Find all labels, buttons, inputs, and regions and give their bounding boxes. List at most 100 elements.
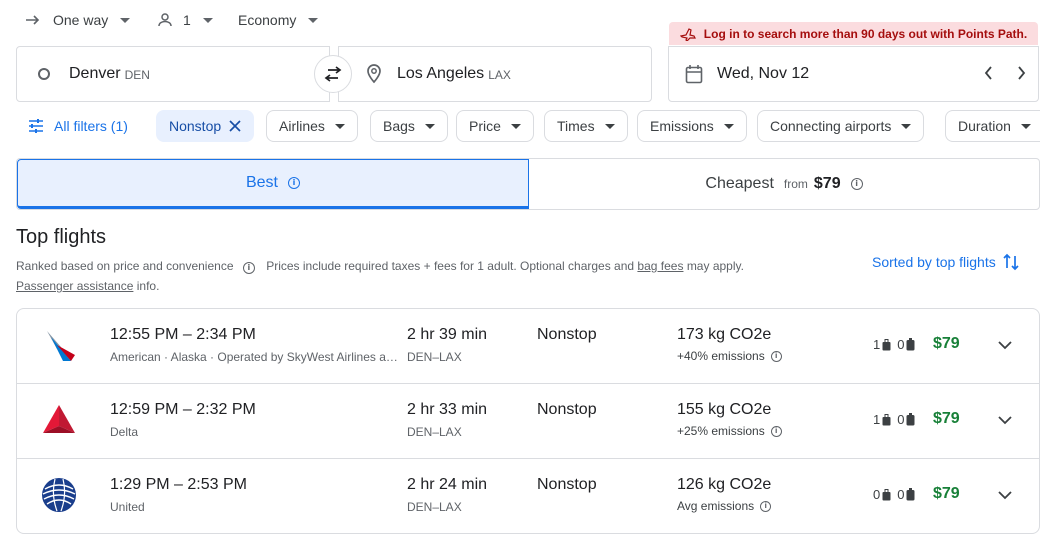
sort-icon: [1003, 253, 1019, 271]
flight-emissions: Avg emissions i: [677, 499, 772, 513]
filter-chip-price[interactable]: Price: [456, 110, 534, 142]
filter-chip-emissions[interactable]: Emissions: [637, 110, 747, 142]
info-icon[interactable]: i: [770, 425, 782, 437]
cabin-select[interactable]: Economy: [238, 8, 319, 32]
chevron-down-icon: [510, 123, 521, 129]
all-filters-label: All filters (1): [54, 118, 128, 134]
tab-cheapest[interactable]: Cheapest from $79 i: [529, 159, 1039, 209]
trip-type-label: One way: [53, 12, 109, 28]
swap-button[interactable]: [314, 55, 352, 93]
trip-type-select[interactable]: One way: [25, 8, 131, 32]
filter-chip-nonstop[interactable]: Nonstop: [156, 110, 255, 142]
flight-price: $79: [933, 335, 960, 352]
chevron-right-icon[interactable]: [1012, 63, 1030, 83]
info-icon[interactable]: i: [288, 177, 300, 189]
results-title: Top flights: [16, 226, 107, 248]
close-icon[interactable]: [229, 120, 241, 132]
bag-fees-link[interactable]: bag fees: [637, 259, 683, 273]
flight-row[interactable]: 1:29 PM – 2:53 PM United 2 hr 24 min DEN…: [17, 459, 1039, 533]
flight-route: DEN–LAX: [407, 350, 462, 364]
delta-logo-icon: [43, 405, 75, 433]
flight-duration: 2 hr 39 min: [407, 326, 488, 343]
chevron-down-icon: [120, 17, 131, 23]
chevron-down-icon[interactable]: [997, 489, 1013, 501]
flight-list: 12:55 PM – 2:34 PM American · Alaska · O…: [16, 308, 1040, 534]
from-label: from: [783, 177, 808, 191]
checked-bag-count: 0: [897, 412, 905, 427]
flight-route: DEN–LAX: [407, 500, 462, 514]
chevron-down-icon: [308, 17, 319, 23]
carry-on-bag-icon: [882, 339, 891, 351]
flight-row[interactable]: 12:55 PM – 2:34 PM American · Alaska · O…: [17, 309, 1039, 384]
chip-label: Emissions: [650, 118, 714, 134]
flight-bags: 1 0: [873, 412, 915, 427]
filter-chip-airlines[interactable]: Airlines: [266, 110, 358, 142]
origin-city: Denver: [69, 65, 121, 82]
checked-bag-count: 0: [897, 487, 905, 502]
passenger-assistance-link[interactable]: Passenger assistance: [16, 279, 133, 293]
sort-by-button[interactable]: Sorted by top flights: [872, 252, 1020, 272]
prices-text: Prices include required taxes + fees for…: [266, 259, 635, 273]
info-icon[interactable]: i: [850, 178, 863, 190]
chip-label: Times: [557, 118, 595, 134]
carry-on-bag-icon: [882, 489, 891, 501]
tab-cheapest-label: Cheapest: [705, 175, 774, 192]
filter-chip-connecting-airports[interactable]: Connecting airports: [757, 110, 925, 142]
chevron-down-icon: [901, 123, 912, 129]
filter-chip-times[interactable]: Times: [544, 110, 628, 142]
flight-stops: Nonstop: [537, 476, 597, 493]
passengers-select[interactable]: 1: [157, 8, 213, 32]
circle-icon: [38, 68, 50, 80]
chip-label: Price: [469, 118, 501, 134]
origin-input[interactable]: Denver DEN: [16, 46, 330, 102]
results-subtitle: Ranked based on price and convenience i …: [16, 256, 836, 296]
american-airlines-logo-icon: [47, 331, 75, 361]
flight-bags: 0 0: [873, 487, 915, 502]
departure-date-input[interactable]: Wed, Nov 12: [668, 46, 1039, 102]
carry-on-count: 1: [873, 337, 881, 352]
chip-label: Duration: [958, 118, 1011, 134]
prices-text-end: may apply.: [686, 259, 744, 273]
chip-label: Connecting airports: [770, 118, 892, 134]
chip-label: Nonstop: [169, 118, 222, 134]
chevron-down-icon[interactable]: [997, 414, 1013, 426]
info-icon[interactable]: i: [760, 500, 772, 512]
points-path-banner[interactable]: Log in to search more than 90 days out w…: [669, 22, 1038, 45]
cabin-label: Economy: [238, 12, 297, 28]
sort-tabs: Best i Cheapest from $79 i: [16, 158, 1040, 210]
emissions-label: Avg emissions: [677, 499, 755, 513]
info-text: info.: [136, 279, 160, 293]
plane-icon: [679, 27, 696, 41]
tab-best[interactable]: Best i: [17, 159, 529, 209]
arrow-right-icon: [26, 15, 40, 25]
flight-duration: 2 hr 33 min: [407, 401, 488, 418]
chevron-down-icon: [604, 123, 615, 129]
flight-row[interactable]: 12:59 PM – 2:32 PM Delta 2 hr 33 min DEN…: [17, 384, 1039, 459]
chevron-down-icon[interactable]: [997, 339, 1013, 351]
filter-chip-duration[interactable]: Duration: [945, 110, 1040, 142]
location-pin-icon: [367, 64, 381, 84]
chevron-down-icon: [424, 123, 435, 129]
checked-bag-icon: [906, 488, 915, 501]
carry-on-count: 1: [873, 412, 881, 427]
flight-times: 1:29 PM – 2:53 PM: [110, 476, 247, 493]
chip-label: Airlines: [279, 118, 325, 134]
flight-stops: Nonstop: [537, 326, 597, 343]
chevron-down-icon: [202, 17, 213, 23]
person-icon: [158, 13, 172, 27]
emissions-label: +40% emissions: [677, 349, 765, 363]
info-icon[interactable]: i: [770, 350, 782, 362]
origin-code: DEN: [124, 68, 150, 82]
tab-best-label: Best: [245, 174, 278, 191]
destination-input[interactable]: Los Angeles LAX: [338, 46, 652, 102]
flight-duration: 2 hr 24 min: [407, 476, 488, 493]
calendar-icon: [685, 65, 703, 84]
flight-route: DEN–LAX: [407, 425, 462, 439]
info-icon[interactable]: i: [242, 262, 255, 274]
chevron-left-icon[interactable]: [980, 63, 998, 83]
filter-chip-bags[interactable]: Bags: [370, 110, 448, 142]
flight-co2: 126 kg CO2e: [677, 476, 772, 493]
all-filters-button[interactable]: All filters (1): [16, 110, 128, 142]
emissions-label: +25% emissions: [677, 424, 765, 438]
sorted-by-label: Sorted by top flights: [872, 254, 996, 270]
